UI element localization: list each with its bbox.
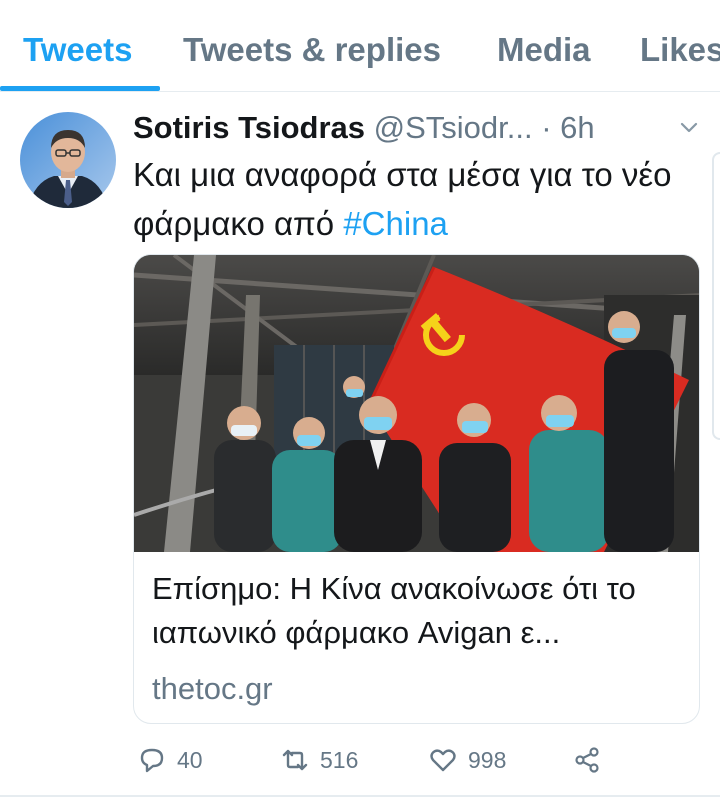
tweet-time[interactable]: 6h — [560, 110, 594, 145]
retweet-button[interactable]: 516 — [280, 738, 358, 782]
chevron-down-icon[interactable] — [678, 116, 700, 138]
retweet-arrows-icon — [282, 749, 308, 771]
separator-dot: · — [541, 110, 561, 145]
avatar-image — [20, 112, 116, 208]
avatar[interactable] — [20, 112, 116, 208]
hashtag-link[interactable]: #China — [343, 205, 448, 242]
card-image — [134, 255, 699, 552]
author-handle[interactable]: @STsiodr... — [374, 110, 533, 145]
adjacent-panel-edge — [712, 152, 720, 440]
like-count: 998 — [468, 746, 507, 773]
tab-likes[interactable]: Likes — [640, 30, 720, 70]
heart-icon — [430, 749, 456, 772]
reply-button[interactable]: 40 — [137, 738, 203, 782]
reply-count: 40 — [177, 746, 203, 773]
share-button[interactable] — [572, 738, 612, 782]
speech-bubble-icon — [140, 748, 164, 773]
tab-tweets-and-replies[interactable]: Tweets & replies — [183, 30, 441, 70]
author-name[interactable]: Sotiris Tsiodras — [133, 110, 365, 145]
tab-tweets[interactable]: Tweets — [23, 30, 132, 70]
tweet-text: Και μια αναφορά στα μέσα για το νέο φάρμ… — [133, 150, 703, 248]
tweet-header: Sotiris Tsiodras @STsiodr... · 6h — [133, 108, 708, 148]
like-button[interactable]: 998 — [428, 738, 506, 782]
card-domain: thetoc.gr — [152, 671, 273, 706]
share-nodes-icon — [575, 747, 599, 773]
link-card[interactable]: Επίσημο: Η Κίνα ανακοίνωσε ότι το ιαπωνι… — [133, 254, 700, 724]
tab-media[interactable]: Media — [497, 30, 591, 70]
active-tab-indicator — [0, 86, 160, 91]
tweet-actions: 40 516 998 — [0, 738, 720, 782]
retweet-count: 516 — [320, 746, 359, 773]
profile-tabs: Tweets Tweets & replies Media Likes — [0, 0, 720, 92]
card-title[interactable]: Επίσημο: Η Κίνα ανακοίνωσε ότι το ιαπωνι… — [152, 567, 687, 655]
